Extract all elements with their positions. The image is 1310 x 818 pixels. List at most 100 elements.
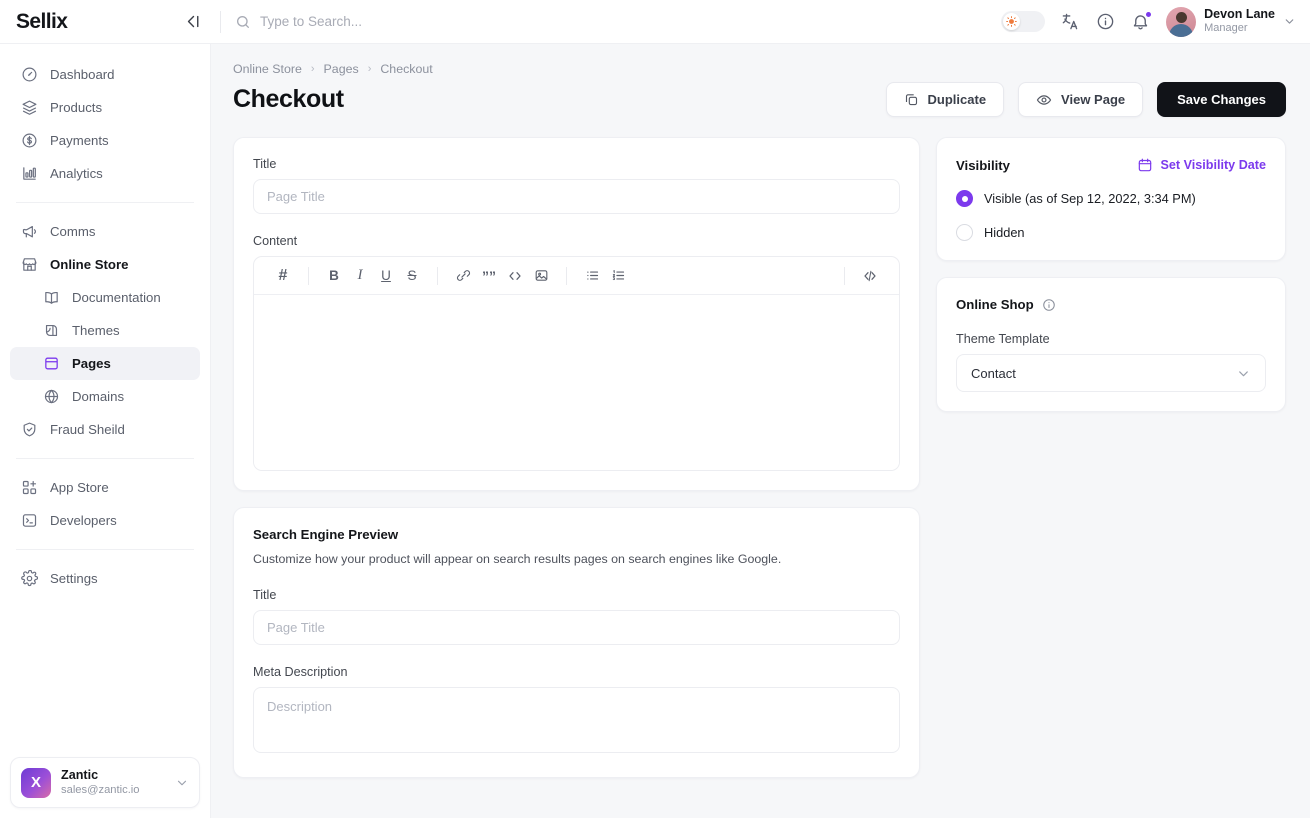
sidebar-item-fraud-shield[interactable]: Fraud Sheild <box>10 413 200 446</box>
sidebar-item-documentation[interactable]: Documentation <box>10 281 200 314</box>
workspace-name: Zantic <box>61 767 165 783</box>
sidebar-item-label: Analytics <box>50 166 103 181</box>
link-icon[interactable] <box>450 263 476 289</box>
sidebar-footer: X Zantic sales@zantic.io <box>0 747 210 818</box>
view-page-label: View Page <box>1061 92 1125 107</box>
notification-dot <box>1145 11 1152 18</box>
avatar <box>1166 7 1196 37</box>
apps-plus-icon <box>20 479 38 496</box>
breadcrumb-item-online-store[interactable]: Online Store <box>233 62 302 76</box>
search-engine-preview-card: Search Engine Preview Customize how your… <box>233 507 920 778</box>
breadcrumb-separator: › <box>311 63 315 75</box>
sidebar-item-developers[interactable]: Developers <box>10 504 200 537</box>
save-changes-label: Save Changes <box>1177 92 1266 107</box>
collapse-sidebar-icon[interactable] <box>180 9 206 35</box>
page-title-input[interactable] <box>253 179 900 214</box>
numbered-list-icon[interactable] <box>605 263 631 289</box>
sidebar-item-domains[interactable]: Domains <box>10 380 200 413</box>
theme-template-select[interactable]: Contact <box>956 354 1266 392</box>
heading-icon[interactable]: # <box>270 263 296 289</box>
content-columns: Title Content # B I U S <box>233 137 1286 778</box>
sidebar-item-comms[interactable]: Comms <box>10 215 200 248</box>
sidebar-item-dashboard[interactable]: Dashboard <box>10 58 200 91</box>
sidebar-item-label: App Store <box>50 480 109 495</box>
sidebar-group-main: Dashboard Products Payments <box>0 58 210 190</box>
toolbar-divider <box>437 267 438 285</box>
sidebar-item-label: Online Store <box>50 257 128 272</box>
visibility-header: Visibility Set Visibility Date <box>956 157 1266 173</box>
workspace-switcher[interactable]: X Zantic sales@zantic.io <box>10 757 200 808</box>
app-logo[interactable]: Sellix <box>0 10 180 34</box>
sidebar-item-settings[interactable]: Settings <box>10 562 200 595</box>
megaphone-icon <box>20 223 38 240</box>
sidebar-item-analytics[interactable]: Analytics <box>10 157 200 190</box>
sidebar-item-label: Themes <box>72 323 120 338</box>
left-column: Title Content # B I U S <box>233 137 920 778</box>
bell-icon[interactable] <box>1131 12 1150 31</box>
sidebar-item-label: Fraud Sheild <box>50 422 125 437</box>
toolbar-divider <box>844 267 845 285</box>
user-role: Manager <box>1204 22 1275 36</box>
set-visibility-date-label: Set Visibility Date <box>1161 158 1266 172</box>
search-input[interactable] <box>260 14 580 29</box>
duplicate-button[interactable]: Duplicate <box>886 82 1005 117</box>
theme-toggle[interactable] <box>1001 11 1045 32</box>
copy-icon <box>904 92 919 107</box>
sidebar-item-online-store[interactable]: Online Store <box>10 248 200 281</box>
visibility-option-visible[interactable]: Visible (as of Sep 12, 2022, 3:34 PM) <box>956 190 1266 207</box>
chevron-down-icon <box>1283 15 1296 28</box>
title-field-label: Title <box>253 157 900 171</box>
sidebar-divider <box>16 458 194 459</box>
sidebar: Dashboard Products Payments <box>0 44 211 818</box>
online-shop-heading: Online Shop <box>956 297 1034 312</box>
source-code-icon[interactable] <box>857 263 883 289</box>
bold-icon[interactable]: B <box>321 263 347 289</box>
storefront-icon <box>20 256 38 273</box>
strikethrough-icon[interactable]: S <box>399 263 425 289</box>
global-search[interactable] <box>235 14 1001 30</box>
chevron-down-icon <box>175 776 189 790</box>
layout-panel-icon <box>42 355 60 372</box>
page-header: Checkout Duplicate View Page <box>233 82 1286 117</box>
seo-title-label: Title <box>253 588 900 602</box>
sidebar-item-themes[interactable]: Themes <box>10 314 200 347</box>
blockquote-icon[interactable]: ”” <box>476 263 502 289</box>
editor-content-area[interactable] <box>254 295 899 470</box>
radio-visible[interactable] <box>956 190 973 207</box>
info-circle-icon[interactable] <box>1042 298 1056 312</box>
bullet-list-icon[interactable] <box>579 263 605 289</box>
seo-meta-label: Meta Description <box>253 665 900 679</box>
sidebar-item-payments[interactable]: Payments <box>10 124 200 157</box>
sidebar-item-pages[interactable]: Pages <box>10 347 200 380</box>
visibility-option-hidden[interactable]: Hidden <box>956 224 1266 241</box>
book-icon <box>42 289 60 306</box>
italic-icon[interactable]: I <box>347 263 373 289</box>
gear-icon <box>20 570 38 587</box>
underline-icon[interactable]: U <box>373 263 399 289</box>
breadcrumb-item-pages[interactable]: Pages <box>324 62 359 76</box>
visibility-card: Visibility Set Visibility Date Visible (… <box>936 137 1286 261</box>
image-icon[interactable] <box>528 263 554 289</box>
eye-icon <box>1036 92 1052 108</box>
page-title: Checkout <box>233 85 344 114</box>
sidebar-group-extras: App Store Developers <box>0 471 210 537</box>
set-visibility-date-button[interactable]: Set Visibility Date <box>1137 157 1266 173</box>
breadcrumb-item-checkout[interactable]: Checkout <box>380 62 432 76</box>
seo-title-input[interactable] <box>253 610 900 645</box>
view-page-button[interactable]: View Page <box>1018 82 1143 117</box>
workspace-logo: X <box>21 768 51 798</box>
save-changes-button[interactable]: Save Changes <box>1157 82 1286 117</box>
translate-icon[interactable] <box>1061 12 1080 31</box>
page-actions: Duplicate View Page Save Changes <box>886 82 1286 117</box>
breadcrumb: Online Store › Pages › Checkout <box>233 44 1286 76</box>
sidebar-item-products[interactable]: Products <box>10 91 200 124</box>
sidebar-item-label: Domains <box>72 389 124 404</box>
seo-meta-description-input[interactable] <box>253 687 900 753</box>
info-circle-icon[interactable] <box>1096 12 1115 31</box>
radio-hidden[interactable] <box>956 224 973 241</box>
sidebar-item-label: Developers <box>50 513 117 528</box>
sidebar-item-app-store[interactable]: App Store <box>10 471 200 504</box>
code-icon[interactable] <box>502 263 528 289</box>
user-menu[interactable]: Devon Lane Manager <box>1166 7 1296 37</box>
main-content: Online Store › Pages › Checkout Checkout… <box>211 44 1310 818</box>
